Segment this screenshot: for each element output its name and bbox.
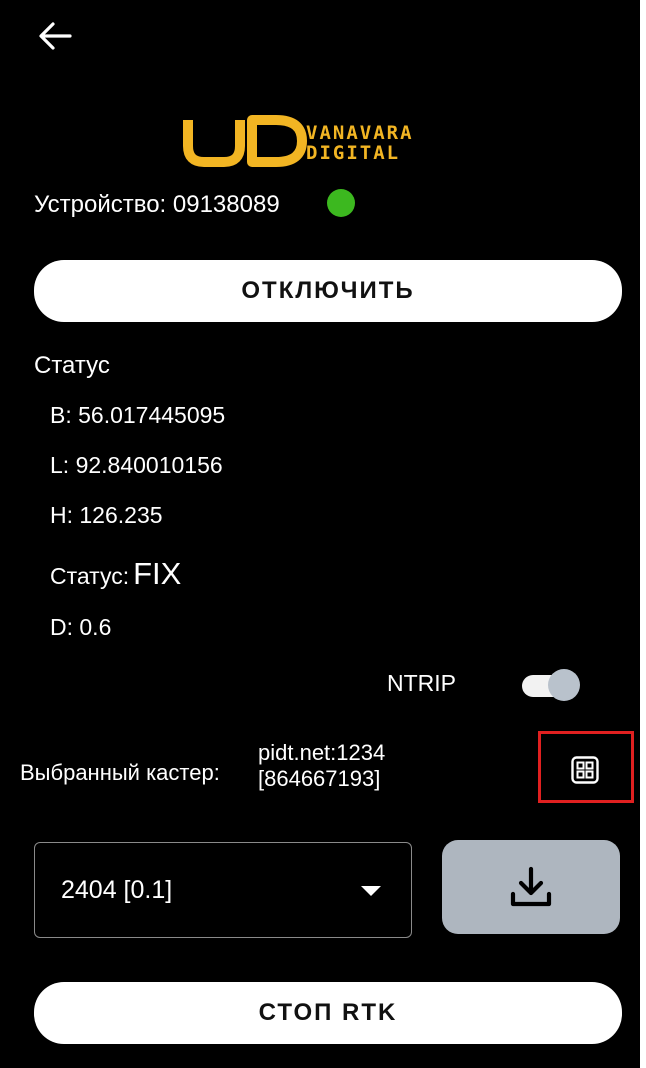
logo-line-2: DIGITAL [306,142,401,164]
mountpoint-selected-value: 2404 [0.1] [61,875,173,904]
fix-status-label: Статус: [50,563,130,589]
device-status-indicator [327,189,355,217]
status-section-title: Статус [34,352,110,379]
longitude-value: L: 92.840010156 [50,452,223,478]
height-value: H: 126.235 [50,502,163,528]
stop-rtk-button[interactable]: СТОП RTK [34,982,622,1044]
caster-label: Выбранный кастер: [20,760,220,785]
ntrip-toggle[interactable] [520,668,582,702]
ntrip-toggle-knob [548,669,580,701]
dop-value: D: 0.6 [50,614,112,640]
fix-status-row: Статус: FIX [50,556,181,592]
disconnect-button[interactable]: ОТКЛЮЧИТЬ [34,260,622,322]
latitude-value: B: 56.017445095 [50,402,226,428]
logo-line-1: VANAVARA [306,122,414,144]
download-icon [510,866,552,907]
ntrip-label: NTRIP [387,670,456,696]
caster-select-button[interactable] [567,752,603,788]
logo-text: VANAVARA DIGITAL [306,123,414,163]
device-label: Устройство: 09138089 [34,191,280,218]
caster-id: [864667193] [258,766,381,791]
caster-host: pidt.net:1234 [258,740,386,765]
back-button[interactable] [30,14,80,58]
grid-icon [571,756,599,784]
caster-value: pidt.net:1234 [864667193] [258,740,385,792]
mountpoint-select[interactable]: 2404 [0.1] [34,842,412,938]
download-button[interactable] [442,840,620,934]
fix-status-value: FIX [133,556,182,591]
app-screen: VANAVARA DIGITAL Устройство: 09138089 ОТ… [0,0,640,1068]
arrow-left-icon [39,22,72,50]
caret-down-icon [361,886,381,896]
